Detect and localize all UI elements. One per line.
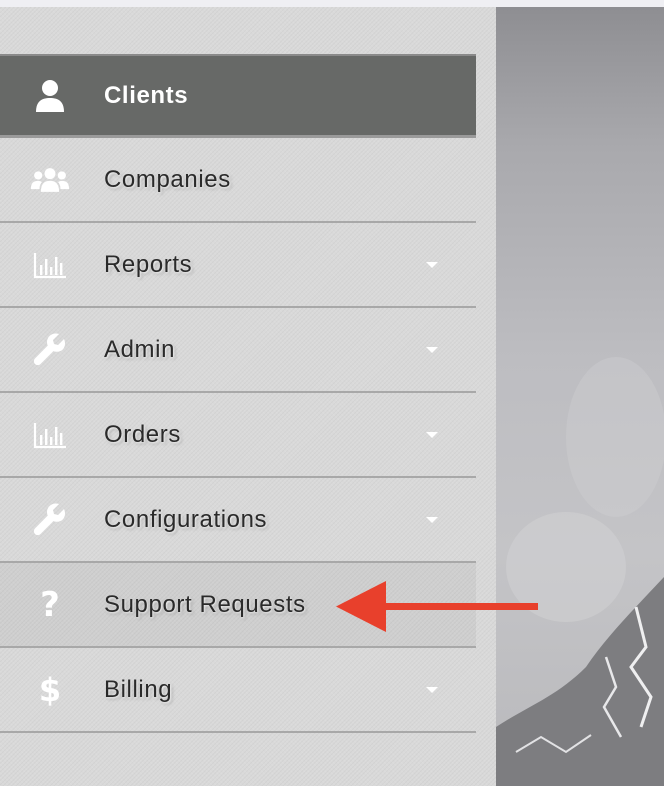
dollar-icon: $ [30,670,70,710]
chevron-down-icon[interactable] [426,516,438,523]
dollar-glyph: $ [38,670,62,709]
user-icon [30,76,70,116]
sidebar-item-label: Admin [104,335,176,363]
sidebar-item-companies[interactable]: Companies [0,138,476,223]
background-image [496,7,664,786]
sidebar-item-admin[interactable]: Admin [0,308,476,393]
sidebar-item-label: Clients [104,81,189,109]
sidebar-item-label: Companies [104,165,231,193]
sidebar-item-configurations[interactable]: Configurations [0,478,476,563]
chevron-down-icon[interactable] [426,261,438,268]
sidebar-item-billing[interactable]: $ Billing [0,648,476,733]
users-icon [30,160,70,200]
sidebar-item-label: Support Requests [104,590,306,618]
sidebar-item-label: Billing [104,675,173,703]
chevron-down-icon[interactable] [426,431,438,438]
sidebar-item-label: Orders [104,420,181,448]
sidebar-item-clients[interactable]: Clients [0,54,476,138]
wrench-icon [30,500,70,540]
chevron-down-icon[interactable] [426,346,438,353]
top-strip [0,0,664,7]
bar-chart-icon [30,245,70,285]
sidebar-item-label: Configurations [104,505,268,533]
question-glyph: ? [40,584,60,625]
sidebar: Clients Companies Reports Admin Orders C… [0,7,496,786]
question-icon: ? [30,585,70,625]
bar-chart-icon [30,415,70,455]
sidebar-item-label: Reports [104,250,193,278]
annotation-arrow-icon [336,581,538,632]
wrench-icon [30,330,70,370]
sidebar-item-orders[interactable]: Orders [0,393,476,478]
chevron-down-icon[interactable] [426,686,438,693]
sidebar-item-reports[interactable]: Reports [0,223,476,308]
